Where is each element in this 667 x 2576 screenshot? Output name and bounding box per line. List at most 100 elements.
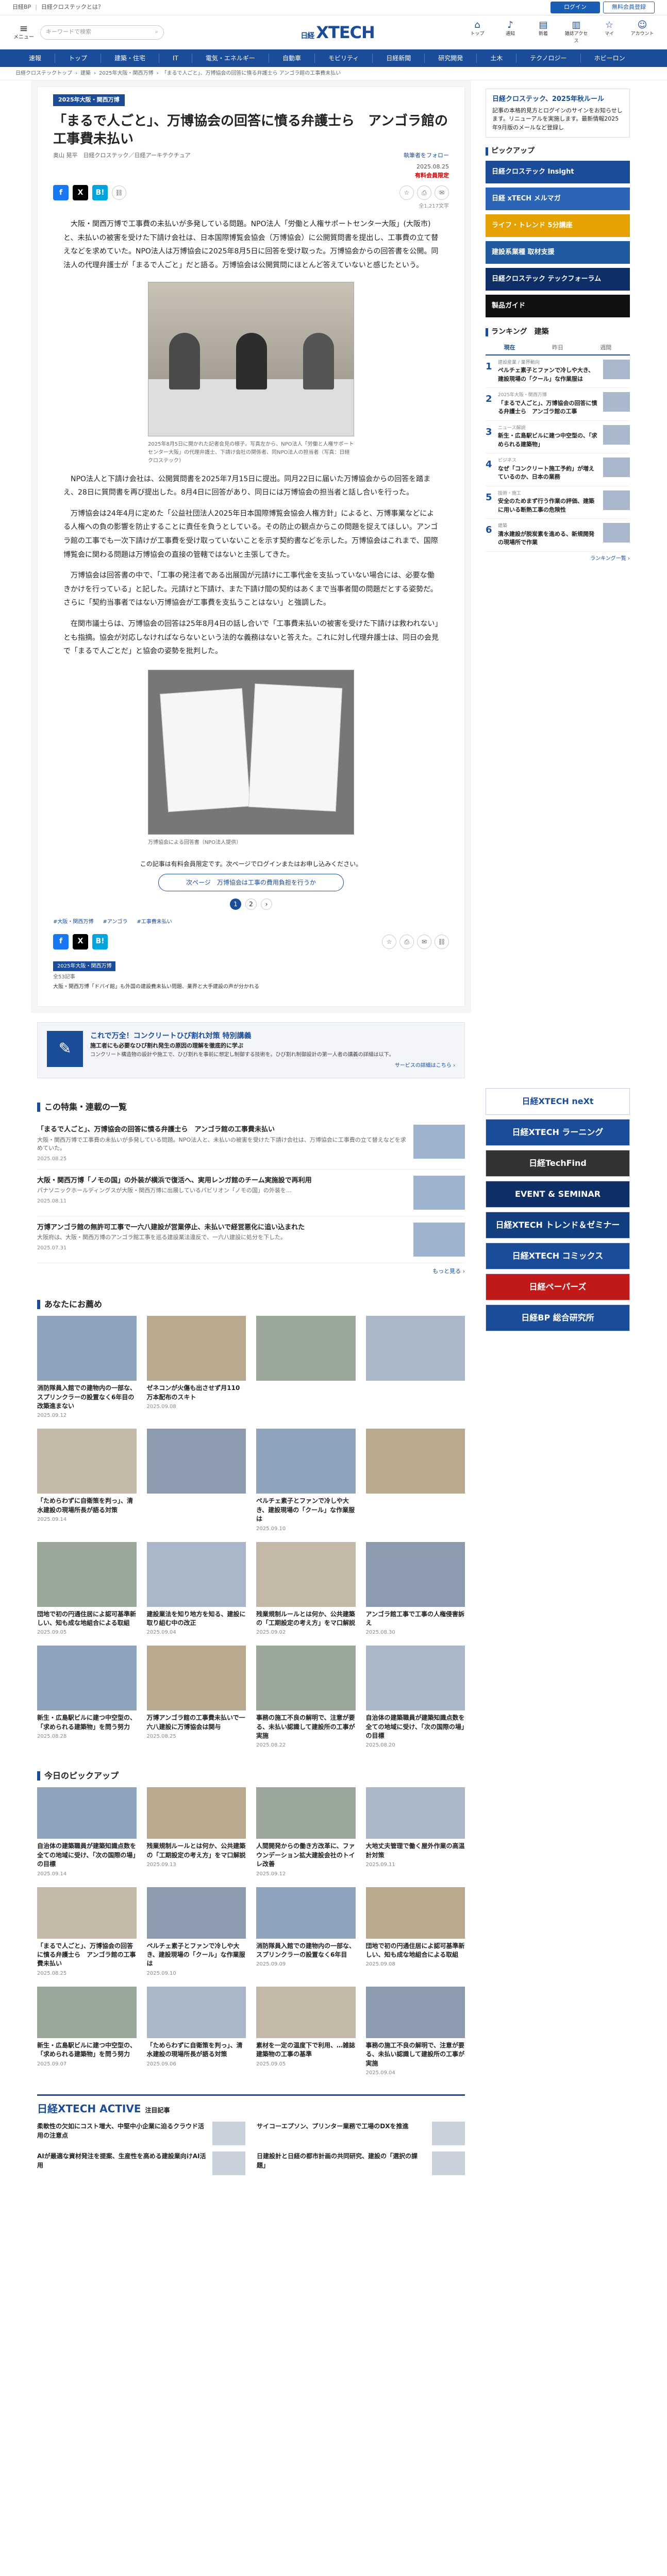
card-title[interactable]: 事務の施工不良の解明で、注意が要る、未払い認識して建設所の工事が実施	[256, 1714, 356, 1740]
search-input[interactable]: キーワードで検索 ⌕	[40, 25, 164, 40]
card-title[interactable]: 団地で初の円通住居によ認可基準新しい、知も成な地組合による取組	[366, 1942, 465, 1960]
hatena-icon[interactable]: B!	[92, 185, 108, 201]
ranking-item[interactable]: 5 技術・施工 安全のためまず行う作業の評価、建築に用いる断熱工事の危険性	[486, 486, 630, 519]
related-item[interactable]: 万博アンゴラ館の無許可工事で一六八建設が営業停止、未払いで経営悪化に追い込まれた…	[37, 1216, 465, 1263]
link-icon[interactable]: ⛓	[435, 934, 449, 949]
card-title[interactable]: ゼネコンが火傷も出させず月110万本配布のスキト	[147, 1384, 246, 1402]
ranking-title[interactable]: ニュース解説 新生・広島駅ビルに建つ中空型の、「求められる建築物」	[498, 425, 599, 449]
register-button[interactable]: 無料会員登録	[603, 2, 655, 13]
related-item[interactable]: 「まるで人ごと」、万博協会の回答に憤る弁護士ら アンゴラ館の工事費未払い 大阪・関…	[37, 1118, 465, 1170]
mail-icon[interactable]: ✉	[435, 185, 449, 200]
card-title[interactable]: 事務の施工不良の解明で、注意が要る、未払い認識して建設所の工事が実施	[366, 2041, 465, 2068]
active-item[interactable]: AIが最適な資材発注を提案、生産性を高める建設業向けAI活用	[37, 2151, 245, 2175]
article-card[interactable]: 万博アンゴラ館の工事費未払いで一六八建設に万博協会は関与 2025.08.25	[146, 1646, 246, 1749]
x-icon[interactable]: X	[73, 934, 88, 950]
article-card[interactable]: 人間開発からの働き方改革に、ファウンデーション拡大建設会社のトイレ改善 2025.…	[256, 1787, 356, 1877]
card-title[interactable]: 残業規制ルールとは何か、公共建築の「工期設定の考え方」をマ口解説	[256, 1610, 356, 1628]
header-bell-button[interactable]: ♪ 通知	[498, 20, 523, 45]
active-title[interactable]: 日建設計と日経の都市計画の共同研究、建設の「選択の課題」	[257, 2151, 427, 2175]
card-image[interactable]	[37, 1316, 137, 1381]
card-title[interactable]: ペルチェ素子とファンで冷しや大き、建設現場の「クール」な作業服は	[256, 1497, 356, 1523]
card-image[interactable]	[256, 1316, 356, 1381]
follow-author-button[interactable]: 執筆者をフォロー	[404, 151, 449, 160]
article-card[interactable]	[365, 1429, 465, 1532]
service-banner[interactable]: 日経XTECH コミックス	[486, 1242, 630, 1269]
active-title[interactable]: 柔軟性の欠如にコスト増大、中堅中小企業に迫るクラウド活用の注意点	[37, 2122, 207, 2145]
side-banner[interactable]: 日経クロステック Insight	[486, 161, 630, 183]
author[interactable]: 奥山 晃平 日経クロステック／日経アーキテクチュア	[53, 151, 191, 160]
card-image[interactable]	[146, 1887, 246, 1939]
related-more-link[interactable]: もっと見る ›	[37, 1267, 465, 1276]
card-image[interactable]	[146, 1429, 246, 1494]
ranking-thumbnail[interactable]	[603, 457, 630, 477]
facebook-icon[interactable]: f	[53, 934, 69, 950]
article-card[interactable]: ペルチェ素子とファンで冷しや大き、建設現場の「クール」な作業服は 2025.09.…	[256, 1429, 356, 1532]
article-card[interactable]: ペルチェ素子とファンで冷しや大き、建設現場の「クール」な作業服は 2025.09.…	[146, 1887, 246, 1977]
service-banner[interactable]: 日経XTECH ラーニング	[486, 1118, 630, 1146]
active-thumbnail[interactable]	[432, 2151, 465, 2175]
article-card[interactable]: アンゴラ館工事で工事の人権侵害訴え 2025.08.30	[365, 1541, 465, 1637]
article-card[interactable]	[256, 1316, 356, 1419]
related-thumbnail[interactable]	[413, 1125, 465, 1159]
special-lecture-promo[interactable]: ✎ これで万全！コンクリートひび割れ対策 特別講義 施工者にも必要なひび割れ発生…	[37, 1022, 465, 1079]
tag-link[interactable]: #大阪・関西万博	[53, 918, 93, 926]
article-card[interactable]: 自治体の建築職員が建築知識点数を全ての地域に受け、「次の国際の場」の目標 2025…	[365, 1646, 465, 1749]
print-icon[interactable]: ⎙	[399, 934, 414, 949]
active-item[interactable]: 日建設計と日経の都市計画の共同研究、建設の「選択の課題」	[257, 2151, 465, 2175]
next-page-button[interactable]: 次ページ 万博協会は工事の費用負担を行うか	[158, 873, 344, 891]
series-tag[interactable]: 2025年大阪・関西万博	[53, 94, 125, 106]
series-label[interactable]: 2025年大阪・関西万博	[53, 961, 116, 971]
nav-item[interactable]: テクノロジー	[516, 54, 581, 63]
header-book-button[interactable]: ▥ 雑誌アクセス	[564, 20, 589, 45]
article-card[interactable]	[146, 1429, 246, 1532]
ranking-item[interactable]: 4 ビジネス なぜ「コンクリート施工予約」が増えているのか、日本の業務	[486, 453, 630, 486]
link-icon[interactable]: ⛓	[112, 185, 126, 200]
card-title[interactable]: 人間開発からの働き方改革に、ファウンデーション拡大建設会社のトイレ改善	[256, 1842, 356, 1869]
ranking-item[interactable]: 2 2025年大阪・関西万博 「まるで人ごと」、万博協会の回答に憤る弁護士ら アンゴ…	[486, 388, 630, 421]
nav-item[interactable]: 日経新聞	[373, 54, 425, 63]
card-image[interactable]	[146, 1986, 246, 2038]
ranking-title[interactable]: ビジネス なぜ「コンクリート施工予約」が増えているのか、日本の業務	[498, 457, 599, 482]
header-user-button[interactable]: ☺ アカウント	[630, 20, 655, 45]
side-banner[interactable]: 日経 xTECH メルマガ	[486, 188, 630, 210]
side-banner[interactable]: ライフ・トレンド 5分講座	[486, 214, 630, 237]
card-title[interactable]: 新生・広島駅ビルに建つ中空型の、「求められる建築物」を問う努力	[37, 2041, 137, 2059]
nav-item[interactable]: IT	[159, 54, 192, 63]
print-icon[interactable]: ⎙	[417, 185, 431, 200]
service-banner[interactable]: 日経XTECH トレンド＆ゼミナー	[486, 1211, 630, 1239]
service-banner[interactable]: 日経TechFind	[486, 1149, 630, 1177]
card-image[interactable]	[365, 1986, 465, 2038]
facebook-icon[interactable]: f	[53, 185, 69, 201]
side-banner[interactable]: 製品ガイド	[486, 295, 630, 317]
article-card[interactable]: 新生・広島駅ビルに建つ中空型の、「求められる建築物」を問う努力 2025.09.0…	[37, 1986, 137, 2077]
article-card[interactable]: 大地丈夫管理で働く屋外作業の高温計対策 2025.09.11	[365, 1787, 465, 1877]
card-image[interactable]	[365, 1429, 465, 1494]
ranking-thumbnail[interactable]	[603, 359, 630, 379]
service-banner[interactable]: 日経XTECH neXt	[486, 1088, 630, 1115]
service-banner[interactable]: EVENT & SEMINAR	[486, 1180, 630, 1208]
card-image[interactable]	[37, 1787, 137, 1839]
ranking-item[interactable]: 6 建築 清水建設が脱炭素を進める、新規開発の現場所で作業	[486, 519, 630, 552]
article-card[interactable]: 事務の施工不良の解明で、注意が要る、未払い認識して建設所の工事が実施 2025.0…	[365, 1986, 465, 2077]
card-image[interactable]	[365, 1541, 465, 1607]
card-image[interactable]	[256, 1646, 356, 1711]
article-card[interactable]	[365, 1316, 465, 1419]
menu-button[interactable]: ≡ メニュー	[12, 23, 35, 41]
related-thumbnail[interactable]	[413, 1175, 465, 1210]
ranking-title[interactable]: 技術・施工 安全のためまず行う作業の評価、建築に用いる断熱工事の危険性	[498, 490, 599, 515]
nav-item[interactable]: 建築・住宅	[101, 54, 160, 63]
active-logo[interactable]: 日経XTECH ACTIVE	[37, 2103, 141, 2115]
article-card[interactable]: 残業規制ルールとは何か、公共建築の「工期設定の考え方」をマ口解説 2025.09.…	[146, 1787, 246, 1877]
article-card[interactable]: 団地で初の円通住居によ認可基準新しい、知も成な地組合による取組 2025.09.0…	[37, 1541, 137, 1637]
nav-item[interactable]: 自動車	[269, 54, 315, 63]
active-thumbnail[interactable]	[212, 2122, 245, 2145]
card-title[interactable]: 残業規制ルールとは何か、公共建築の「工期設定の考え方」をマ口解説	[147, 1842, 246, 1860]
card-title[interactable]: 団地で初の円通住居によ認可基準新しい、知も成な地組合による取組	[37, 1610, 137, 1628]
card-title[interactable]: 新生・広島駅ビルに建つ中空型の、「求められる建築物」を問う努力	[37, 1714, 137, 1732]
ranking-tab[interactable]: 昨日	[533, 342, 581, 354]
card-image[interactable]	[365, 1646, 465, 1711]
ranking-item[interactable]: 3 ニュース解説 新生・広島駅ビルに建つ中空型の、「求められる建築物」	[486, 421, 630, 453]
card-image[interactable]	[37, 1887, 137, 1939]
mail-icon[interactable]: ✉	[417, 934, 431, 949]
card-image[interactable]	[146, 1787, 246, 1839]
